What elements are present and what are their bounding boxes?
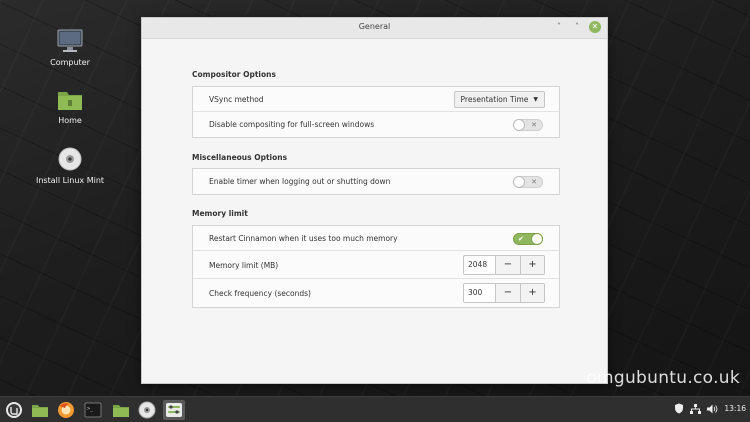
group-memory: Restart Cinnamon when it uses too much m…	[192, 225, 560, 308]
folder-icon	[58, 92, 82, 110]
restart-label: Restart Cinnamon when it uses too much m…	[209, 234, 398, 243]
section-title-compositor: Compositor Options	[192, 70, 276, 79]
taskbar: >_ 13:16	[0, 396, 750, 422]
switch-off-icon: ✕	[531, 178, 537, 186]
system-tray: 13:16	[674, 403, 746, 414]
network-icon[interactable]	[690, 403, 702, 414]
memory-limit-label: Memory limit (MB)	[209, 261, 279, 270]
taskbar-settings[interactable]	[163, 400, 185, 420]
firefox-icon	[58, 402, 74, 418]
desktop-icon-label: Install Linux Mint	[35, 176, 105, 185]
check-frequency-label: Check frequency (seconds)	[209, 289, 311, 298]
switch-knob	[531, 233, 543, 245]
svg-text:>_: >_	[87, 406, 94, 412]
desktop-icon-home[interactable]: Home	[25, 88, 115, 125]
maximize-icon[interactable]: ˄	[571, 21, 583, 33]
vsync-value: Presentation Time	[460, 95, 529, 104]
desktop-icon-label: Computer	[50, 58, 90, 67]
row-disable-compositing: Disable compositing for full-screen wind…	[193, 112, 559, 137]
taskbar-firefox[interactable]	[55, 400, 77, 420]
row-timer: Enable timer when logging out or shuttin…	[193, 169, 559, 194]
switch-knob	[513, 176, 525, 188]
group-misc: Enable timer when logging out or shuttin…	[192, 168, 560, 195]
clock[interactable]: 13:16	[724, 404, 746, 413]
taskbar-disc[interactable]	[136, 400, 158, 420]
row-vsync: VSync method Presentation Time ▼	[193, 87, 559, 112]
timer-switch[interactable]: ✕	[513, 176, 543, 188]
memory-limit-stepper[interactable]: 2048 − +	[463, 255, 545, 275]
section-title-memory: Memory limit	[192, 209, 248, 218]
disc-icon	[138, 401, 156, 419]
watermark: omgubuntu.co.uk	[586, 368, 740, 388]
vsync-dropdown[interactable]: Presentation Time ▼	[453, 91, 545, 108]
desktop-icon-install[interactable]: Install Linux Mint	[25, 146, 115, 185]
disable-compositing-switch[interactable]: ✕	[513, 119, 543, 131]
restart-switch[interactable]: ✔	[513, 233, 543, 245]
memory-limit-increment-button[interactable]: +	[520, 256, 544, 274]
desktop-icon-label: Home	[58, 116, 82, 125]
menu-button[interactable]	[3, 400, 25, 420]
check-frequency-value[interactable]: 300	[464, 284, 496, 302]
timer-label: Enable timer when logging out or shuttin…	[209, 177, 391, 186]
window-titlebar[interactable]: General ˅ ˄ ✕	[142, 18, 607, 39]
terminal-icon: >_	[84, 402, 102, 418]
check-frequency-stepper[interactable]: 300 − +	[463, 283, 545, 303]
settings-icon	[166, 403, 182, 417]
switch-off-icon: ✕	[531, 121, 537, 129]
check-frequency-decrement-button[interactable]: −	[496, 284, 520, 302]
disable-compositing-label: Disable compositing for full-screen wind…	[209, 120, 375, 129]
row-restart: Restart Cinnamon when it uses too much m…	[193, 226, 559, 251]
shield-icon[interactable]	[674, 403, 684, 414]
close-icon[interactable]: ✕	[589, 21, 601, 33]
row-memory-limit: Memory limit (MB) 2048 − +	[193, 251, 559, 279]
minimize-icon[interactable]: ˅	[553, 21, 565, 33]
check-frequency-increment-button[interactable]: +	[520, 284, 544, 302]
desktop-icon-computer[interactable]: Computer	[25, 28, 115, 67]
taskbar-terminal[interactable]: >_	[82, 400, 104, 420]
disc-icon	[58, 147, 82, 171]
row-check-frequency: Check frequency (seconds) 300 − +	[193, 279, 559, 307]
files-icon	[32, 404, 48, 417]
settings-window: General ˅ ˄ ✕ Compositor Options VSync m…	[141, 17, 608, 384]
group-compositor: VSync method Presentation Time ▼ Disable…	[192, 86, 560, 138]
window-title: General	[358, 22, 391, 31]
caret-down-icon: ▼	[533, 96, 538, 103]
memory-limit-value[interactable]: 2048	[464, 256, 496, 274]
memory-limit-decrement-button[interactable]: −	[496, 256, 520, 274]
checkmark-icon: ✔	[518, 235, 524, 243]
switch-knob	[513, 119, 525, 131]
folder-icon	[113, 404, 129, 417]
taskbar-files[interactable]	[29, 400, 51, 420]
section-title-misc: Miscellaneous Options	[192, 153, 288, 162]
taskbar-folder[interactable]	[110, 400, 132, 420]
menu-icon	[6, 402, 22, 418]
vsync-label: VSync method	[209, 95, 264, 104]
computer-icon	[57, 29, 83, 52]
volume-icon[interactable]	[707, 404, 718, 414]
